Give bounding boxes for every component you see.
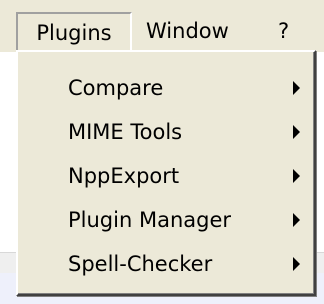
- submenu-arrow-icon: [293, 213, 300, 227]
- submenu-arrow-icon: [293, 257, 300, 271]
- menu-window[interactable]: Window: [140, 12, 256, 50]
- submenu-arrow-icon: [293, 81, 300, 95]
- menu-item-spell-checker[interactable]: Spell-Checker: [20, 242, 310, 286]
- menu-item-compare[interactable]: Compare: [20, 66, 310, 110]
- menu-item-label: Compare: [68, 76, 164, 100]
- menu-item-label: NppExport: [68, 164, 180, 188]
- menu-item-mime-tools[interactable]: MIME Tools: [20, 110, 310, 154]
- menu-item-plugin-manager[interactable]: Plugin Manager: [20, 198, 310, 242]
- menu-plugins[interactable]: Plugins: [16, 12, 132, 50]
- submenu-arrow-icon: [293, 169, 300, 183]
- menu-item-label: MIME Tools: [68, 120, 183, 144]
- plugins-dropdown-menu: Compare MIME Tools NppExport Plugin Mana…: [16, 50, 316, 296]
- menu-bar: Plugins Window ?: [0, 0, 324, 52]
- submenu-arrow-icon: [293, 125, 300, 139]
- menu-item-label: Spell-Checker: [68, 252, 213, 276]
- menu-item-label: Plugin Manager: [68, 208, 232, 232]
- menu-help[interactable]: ?: [272, 12, 312, 50]
- menu-item-nppexport[interactable]: NppExport: [20, 154, 310, 198]
